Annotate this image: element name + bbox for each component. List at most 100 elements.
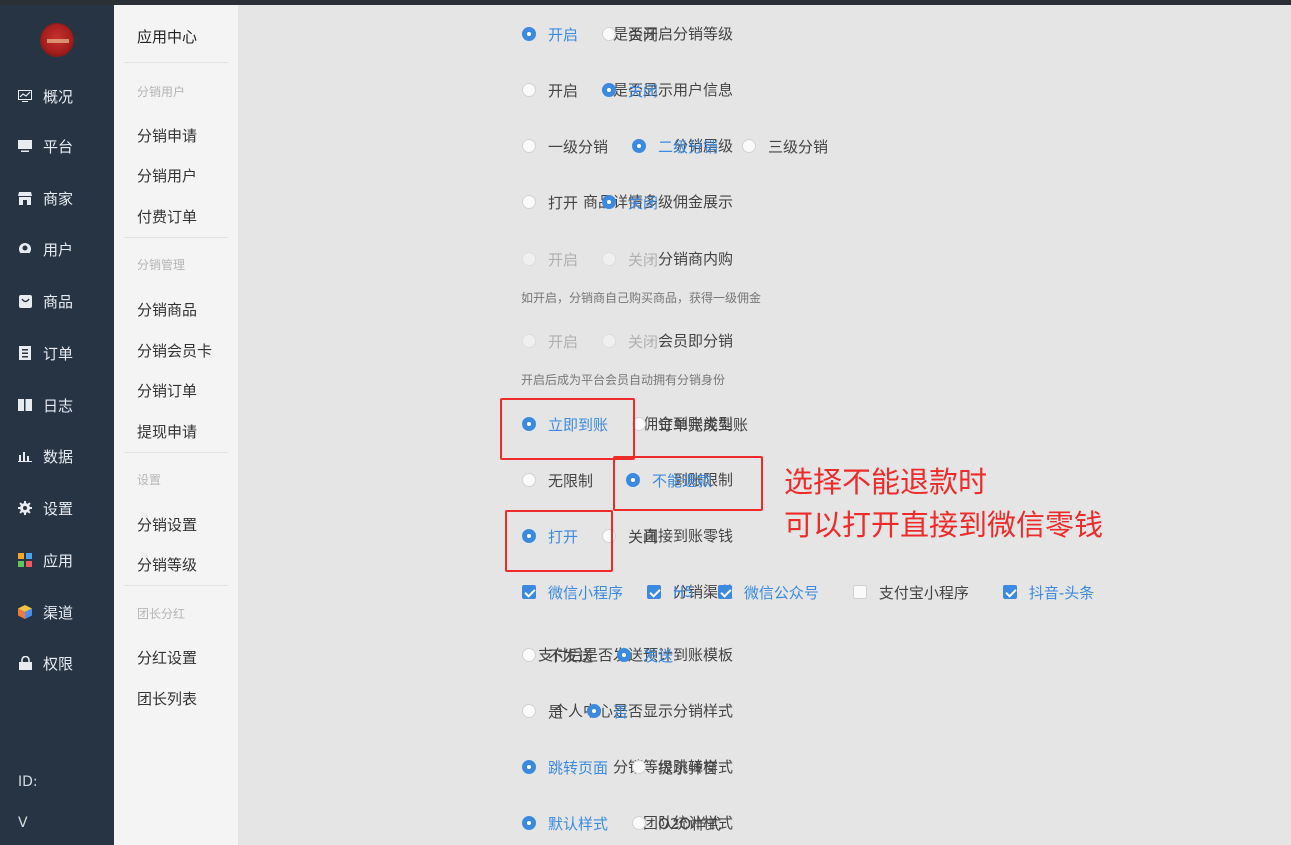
radio-option-no-send[interactable]: 不发送 <box>522 645 593 666</box>
checkbox-douyin-toutiao[interactable]: 抖音-头条 <box>1002 582 1094 603</box>
subnav-item-levels[interactable]: 分销等级 <box>137 554 197 575</box>
option-label: 微信小程序 <box>548 583 624 602</box>
setting-hint: 如开启，分销商自己购买商品，获得一级佣金 <box>521 291 762 305</box>
radio-option-jump-page[interactable]: 跳转页面 <box>522 757 608 778</box>
checkbox-checked-icon <box>1002 585 1017 599</box>
radio-option-off[interactable]: 关闭 <box>602 24 658 45</box>
nav-item-order[interactable]: 订单 <box>0 340 114 366</box>
option-label: 二级分销 <box>658 137 719 156</box>
checkbox-checked-icon <box>647 585 662 599</box>
radio-option-off[interactable]: 关闭 <box>602 249 658 270</box>
radio-option-on[interactable]: 开启 <box>522 249 578 270</box>
option-label: 无限制 <box>548 471 594 490</box>
radio-option-default-style[interactable]: 默认样式 <box>522 813 608 834</box>
nav-label: 订单 <box>43 344 74 363</box>
option-label: 关闭 <box>628 81 659 100</box>
subnav-item-orders[interactable]: 分销订单 <box>137 380 197 401</box>
radio-disabled-icon <box>522 252 536 266</box>
radio-option-send[interactable]: 发送 <box>617 645 673 666</box>
option-label: 否 <box>613 702 629 721</box>
subnav-title[interactable]: 应用中心 <box>137 26 197 47</box>
radio-option-tier-2[interactable]: 二级分销 <box>632 136 718 157</box>
book-icon <box>18 398 32 412</box>
radio-unchecked-icon <box>602 27 617 41</box>
subnav-item-goods[interactable]: 分销商品 <box>137 299 197 320</box>
radio-option-off[interactable]: 关闭 <box>602 80 658 101</box>
checkbox-alipay-miniprogram[interactable]: 支付宝小程序 <box>852 582 969 603</box>
radio-unchecked-icon <box>632 760 647 774</box>
settings-panel: 是否开启分销等级 开启 关闭 是否显示用户信息 开启 关闭 分销层级 一级分销 … <box>262 5 1291 845</box>
setting-row-level-jump-style: 分销等级跳转样式 跳转页面 提示弹窗 <box>262 755 1262 779</box>
sub-nav: 应用中心 分销用户 分销申请 分销用户 付费订单 分销管理 分销商品 分销会员卡… <box>114 5 238 845</box>
subnav-item-distribution-settings[interactable]: 分销设置 <box>137 514 197 535</box>
grid-icon <box>18 553 32 567</box>
nav-item-channel[interactable]: 渠道 <box>0 599 114 625</box>
main-nav: 概况 平台 商家 用户 商品 订单 日志 数据 设置 应用 渠道 权限 ID: … <box>0 5 114 845</box>
subnav-group-distribution-users: 分销用户 <box>137 85 186 99</box>
option-label: 是 <box>548 702 564 721</box>
radio-unchecked-icon <box>742 139 757 153</box>
subnav-group-settings: 设置 <box>137 473 162 487</box>
chart-icon <box>18 89 32 103</box>
option-label: 开启 <box>548 81 579 100</box>
nav-item-platform[interactable]: 平台 <box>0 133 114 159</box>
radio-option-off[interactable]: 关闭 <box>602 331 658 352</box>
radio-option-after-completion[interactable]: 订单完成到账 <box>632 414 748 435</box>
subnav-item-paid-orders[interactable]: 付费订单 <box>137 206 197 227</box>
subnav-group-management: 分销管理 <box>137 258 186 272</box>
nav-item-settings[interactable]: 设置 <box>0 495 114 521</box>
subnav-item-apply[interactable]: 分销申请 <box>137 125 197 146</box>
list-icon <box>18 346 32 360</box>
subnav-item-leader-list[interactable]: 团长列表 <box>137 688 197 709</box>
nav-item-log[interactable]: 日志 <box>0 392 114 418</box>
setting-row-commission-arrival-type: 佣金到账类型 立即到账 订单完成到账 <box>262 412 1262 436</box>
setting-row-member-is-distributor: 会员即分销 开启 关闭 <box>262 329 1262 353</box>
nav-item-permission[interactable]: 权限 <box>0 650 114 676</box>
nav-item-merchant[interactable]: 商家 <box>0 185 114 211</box>
radio-option-tier-3[interactable]: 三级分销 <box>742 136 828 157</box>
radio-option-no[interactable]: 否 <box>587 701 628 722</box>
nav-item-data[interactable]: 数据 <box>0 443 114 469</box>
radio-option-yes[interactable]: 是 <box>522 701 563 722</box>
setting-row-send-template: 支付后是否发送预计到账模板 不发送 发送 <box>262 643 1262 667</box>
radio-option-off[interactable]: 关闭 <box>602 192 658 213</box>
checkbox-wechat-official[interactable]: 微信公众号 <box>717 582 819 603</box>
radio-disabled-icon <box>602 334 617 348</box>
checkbox-wechat-miniprogram[interactable]: 微信小程序 <box>522 582 623 603</box>
annotation-text-line2: 可以打开直接到微信零钱 <box>784 508 1104 542</box>
annotation-text-line1: 选择不能退款时 <box>784 465 988 499</box>
radio-option-tier-1[interactable]: 一级分销 <box>522 136 608 157</box>
radio-option-on[interactable]: 开启 <box>522 80 578 101</box>
radio-option-on[interactable]: 开启 <box>522 24 578 45</box>
option-label: 打开 <box>548 193 579 212</box>
radio-checked-icon <box>632 139 647 153</box>
subnav-item-withdraw[interactable]: 提现申请 <box>137 421 197 442</box>
radio-option-no-limit[interactable]: 无限制 <box>522 470 593 491</box>
setting-row-distribution-tier: 分销层级 一级分销 二级分销 三级分销 <box>262 134 1262 158</box>
nav-item-user[interactable]: 用户 <box>0 236 114 262</box>
nav-item-goods[interactable]: 商品 <box>0 288 114 314</box>
subnav-item-member-card[interactable]: 分销会员卡 <box>137 340 212 361</box>
nav-item-apps[interactable]: 应用 <box>0 547 114 573</box>
checkbox-h5[interactable]: H5 <box>647 583 694 601</box>
nav-label: 数据 <box>43 447 74 466</box>
nav-item-overview[interactable]: 概况 <box>0 83 114 109</box>
checkbox-unchecked-icon <box>852 585 867 599</box>
bag-icon <box>18 294 32 308</box>
option-label: 三级分销 <box>768 137 829 156</box>
annotation-box-immediate <box>500 398 635 460</box>
logo[interactable] <box>40 23 74 57</box>
divider <box>124 237 228 238</box>
subnav-item-users[interactable]: 分销用户 <box>137 165 197 186</box>
setting-hint: 开启后成为平台会员自动拥有分销身份 <box>521 373 726 387</box>
option-label: 关闭 <box>628 193 659 212</box>
setting-row-direct-to-wallet: 直接到账零钱 打开 关闭 <box>262 524 1262 548</box>
option-label: 关闭 <box>628 332 659 351</box>
radio-option-on[interactable]: 打开 <box>522 192 578 213</box>
setting-row-show-user-info: 是否显示用户信息 开启 关闭 <box>262 78 1262 102</box>
radio-option-o2o-style[interactable]: O2O样式 <box>632 813 721 834</box>
radio-option-popup[interactable]: 提示弹窗 <box>632 757 718 778</box>
subnav-group-leader: 团长分红 <box>137 607 186 621</box>
radio-option-on[interactable]: 开启 <box>522 331 578 352</box>
subnav-item-dividend-settings[interactable]: 分红设置 <box>137 647 197 668</box>
